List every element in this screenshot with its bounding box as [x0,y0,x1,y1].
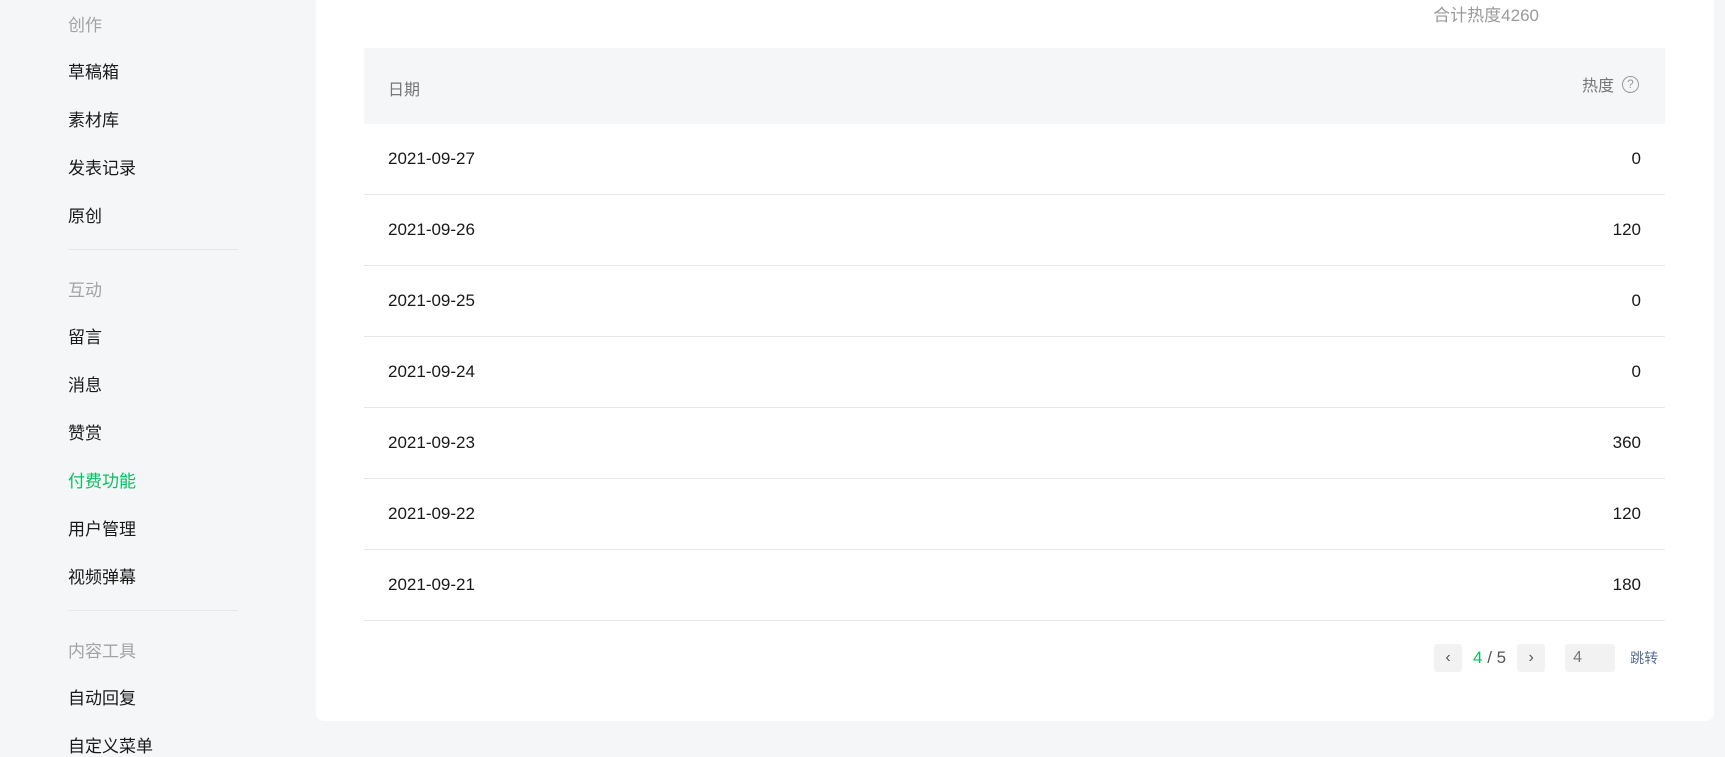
sidebar-item-rewards[interactable]: 赞赏 [68,419,102,444]
cell-date: 2021-09-24 [388,362,475,381]
sidebar-item-user-management[interactable]: 用户管理 [68,515,136,540]
sidebar-item-materials[interactable]: 素材库 [68,106,119,131]
sidebar-item-publish-records[interactable]: 发表记录 [68,154,136,179]
table-row: 2021-09-24 0 [364,337,1665,408]
cell-date: 2021-09-23 [388,433,475,452]
table-row: 2021-09-21 180 [364,550,1665,621]
cell-date: 2021-09-21 [388,575,475,594]
chevron-left-icon: ‹ [1445,649,1451,666]
cell-date: 2021-09-25 [388,291,475,310]
section-label-content-tools: 内容工具 [68,642,136,661]
table-body: 2021-09-27 0 2021-09-26 120 2021-09-25 0 2021-… [364,124,1665,621]
sidebar-divider [68,249,238,250]
table-row: 2021-09-25 0 [364,266,1665,337]
sidebar-divider [68,610,238,611]
sidebar-item-custom-menu[interactable]: 自定义菜单 [68,732,153,757]
cell-heat: 120 [1612,220,1641,239]
sidebar-item-video-danmaku[interactable]: 视频弹幕 [68,563,136,588]
cell-date: 2021-09-26 [388,220,475,239]
jump-button[interactable]: 跳转 [1630,648,1658,668]
cell-heat: 0 [1631,362,1641,381]
header-heat: 热度 ? [1582,72,1639,96]
table-row: 2021-09-22 120 [364,479,1665,550]
help-icon[interactable]: ? [1622,75,1639,93]
page-jump-input[interactable] [1565,644,1616,672]
header-date: 日期 [388,82,421,99]
cell-date: 2021-09-27 [388,149,475,168]
chevron-right-icon: › [1528,649,1534,666]
cell-heat: 180 [1612,575,1641,594]
table-header: 日期 热度 ? [364,48,1665,124]
sidebar-item-original[interactable]: 原创 [68,202,102,227]
pagination: ‹ 4 / 5 › 跳转 [1434,644,1658,672]
page-separator: / [1482,648,1497,667]
cell-date: 2021-09-22 [388,504,475,523]
total-heat-summary: 合计热度4260 [1433,6,1539,25]
table-row: 2021-09-23 360 [364,408,1665,479]
section-label-create: 创作 [68,16,102,35]
sidebar: 创作 草稿箱 素材库 发表记录 原创 互动 留言 消息 赞赏 付费功能 用户管理… [0,0,300,756]
sidebar-item-messages[interactable]: 消息 [68,371,102,396]
page-indicator: 4 / 5 [1473,648,1506,668]
total-pages: 5 [1496,648,1507,667]
cell-heat: 120 [1612,504,1641,523]
table-row: 2021-09-26 120 [364,195,1665,266]
sidebar-item-drafts[interactable]: 草稿箱 [68,58,119,83]
header-heat-label: 热度 [1581,78,1614,95]
section-label-interaction: 互动 [68,281,102,300]
heat-table: 日期 热度 ? 2021-09-27 0 2021-09-26 120 2021-09-… [364,48,1665,621]
table-row: 2021-09-27 0 [364,124,1665,195]
cell-heat: 0 [1631,149,1641,168]
sidebar-item-auto-reply[interactable]: 自动回复 [68,684,136,709]
cell-heat: 360 [1612,433,1641,452]
cell-heat: 0 [1631,291,1641,310]
sidebar-item-paid-features[interactable]: 付费功能 [68,467,136,492]
prev-page-button[interactable]: ‹ [1434,644,1462,672]
next-page-button[interactable]: › [1517,644,1546,672]
sidebar-item-comments[interactable]: 留言 [68,323,102,348]
